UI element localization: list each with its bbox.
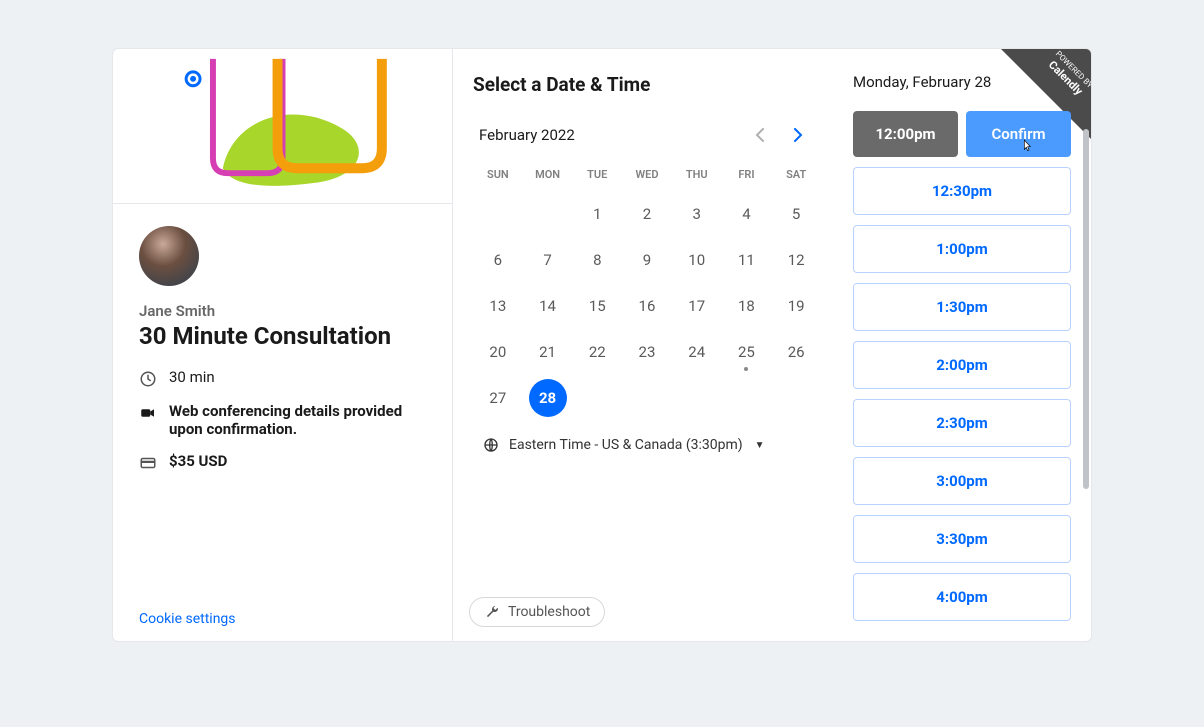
host-name: Jane Smith <box>139 302 426 320</box>
timeslot-option[interactable]: 1:30pm <box>853 283 1071 331</box>
calendar-day <box>473 191 523 237</box>
weekday-label: FRI <box>722 158 772 191</box>
timeslot-option[interactable]: 1:00pm <box>853 225 1071 273</box>
calendar-day[interactable]: 28 <box>523 375 573 421</box>
timezone-label: Eastern Time - US & Canada (3:30pm) <box>509 437 743 453</box>
calendar-day[interactable]: 27 <box>473 375 523 421</box>
timeslot-option[interactable]: 2:00pm <box>853 341 1071 389</box>
cursor-icon <box>1019 138 1035 154</box>
clock-icon <box>139 370 157 388</box>
calendar-day[interactable]: 26 <box>771 329 821 375</box>
scrollbar[interactable] <box>1083 129 1089 489</box>
days-grid: 1234567891011121314151617181920212223242… <box>473 191 821 421</box>
chevron-left-icon <box>755 128 765 142</box>
chevron-right-icon <box>793 128 803 142</box>
calendar-day[interactable]: 21 <box>523 329 573 375</box>
picker-heading: Select a Date & Time <box>473 73 821 96</box>
calendar-day[interactable]: 25 <box>722 329 772 375</box>
calendar-day[interactable]: 22 <box>572 329 622 375</box>
weekday-label: SUN <box>473 158 523 191</box>
troubleshoot-button[interactable]: Troubleshoot <box>469 597 605 627</box>
calendar-day[interactable]: 10 <box>672 237 722 283</box>
duration-row: 30 min <box>139 368 426 388</box>
month-label: February 2022 <box>479 126 575 144</box>
card-icon <box>139 454 157 472</box>
calendar-day[interactable]: 14 <box>523 283 573 329</box>
price-label: $35 USD <box>169 452 227 470</box>
timeslot-option[interactable]: 4:00pm <box>853 573 1071 621</box>
cookie-settings-link[interactable]: Cookie settings <box>113 597 452 641</box>
next-month-button[interactable] <box>781 118 815 152</box>
calendar-day[interactable]: 19 <box>771 283 821 329</box>
calendar-panel: Select a Date & Time February 2022 SUNMO… <box>453 49 841 641</box>
weekday-label: MON <box>523 158 573 191</box>
weekday-label: SAT <box>771 158 821 191</box>
globe-icon <box>483 437 499 453</box>
calendar-day[interactable]: 20 <box>473 329 523 375</box>
selected-date-label: Monday, February 28 <box>853 73 1071 91</box>
calendar-day[interactable]: 15 <box>572 283 622 329</box>
caret-down-icon: ▼ <box>755 440 765 451</box>
calendar-day[interactable]: 12 <box>771 237 821 283</box>
video-icon <box>139 404 157 422</box>
weekday-label: WED <box>622 158 672 191</box>
calendar-day[interactable]: 18 <box>722 283 772 329</box>
calendar-day[interactable]: 2 <box>622 191 672 237</box>
timeslot-option[interactable]: 2:30pm <box>853 399 1071 447</box>
calendar-day[interactable]: 16 <box>622 283 672 329</box>
selected-timeslot[interactable]: 12:00pm <box>853 111 958 157</box>
duration-label: 30 min <box>169 368 215 386</box>
prev-month-button[interactable] <box>743 118 777 152</box>
calendar-day[interactable]: 6 <box>473 237 523 283</box>
confirm-button[interactable]: Confirm <box>966 111 1071 157</box>
calendar-day[interactable]: 24 <box>672 329 722 375</box>
timeslot-list: 12:00pmConfirm 12:30pm 1:00pm 1:30pm 2:00pm 2… <box>853 111 1071 621</box>
timeslot-panel: Monday, February 28 12:00pmConfirm 12:30p… <box>841 49 1091 641</box>
calendar-day[interactable]: 8 <box>572 237 622 283</box>
wrench-icon <box>484 604 500 620</box>
calendar-day[interactable]: 7 <box>523 237 573 283</box>
timezone-selector[interactable]: Eastern Time - US & Canada (3:30pm) ▼ <box>473 437 821 453</box>
calendar-day[interactable]: 17 <box>672 283 722 329</box>
brand-illustration <box>113 49 452 204</box>
calendar-day[interactable]: 13 <box>473 283 523 329</box>
event-title: 30 Minute Consultation <box>139 322 426 350</box>
price-row: $35 USD <box>139 452 426 472</box>
troubleshoot-label: Troubleshoot <box>508 604 590 620</box>
location-label: Web conferencing details provided upon c… <box>169 402 426 438</box>
calendar-day[interactable]: 1 <box>572 191 622 237</box>
calendar-day <box>523 191 573 237</box>
calendar-day[interactable]: 4 <box>722 191 772 237</box>
host-avatar <box>139 226 199 286</box>
timeslot-option[interactable]: 3:00pm <box>853 457 1071 505</box>
weekday-label: THU <box>672 158 722 191</box>
calendar-day[interactable]: 9 <box>622 237 672 283</box>
event-info-panel: Jane Smith 30 Minute Consultation 30 min… <box>113 49 453 641</box>
booking-card: POWERED BY Calendly Jane Smith 30 Minute… <box>112 48 1092 642</box>
location-row: Web conferencing details provided upon c… <box>139 402 426 438</box>
weekday-header: SUNMONTUEWEDTHUFRISAT <box>473 158 821 191</box>
calendar-day[interactable]: 3 <box>672 191 722 237</box>
calendar-day[interactable]: 5 <box>771 191 821 237</box>
timeslot-option[interactable]: 12:30pm <box>853 167 1071 215</box>
calendar-day[interactable]: 11 <box>722 237 772 283</box>
calendar-day[interactable]: 23 <box>622 329 672 375</box>
timeslot-option[interactable]: 3:30pm <box>853 515 1071 563</box>
weekday-label: TUE <box>572 158 622 191</box>
